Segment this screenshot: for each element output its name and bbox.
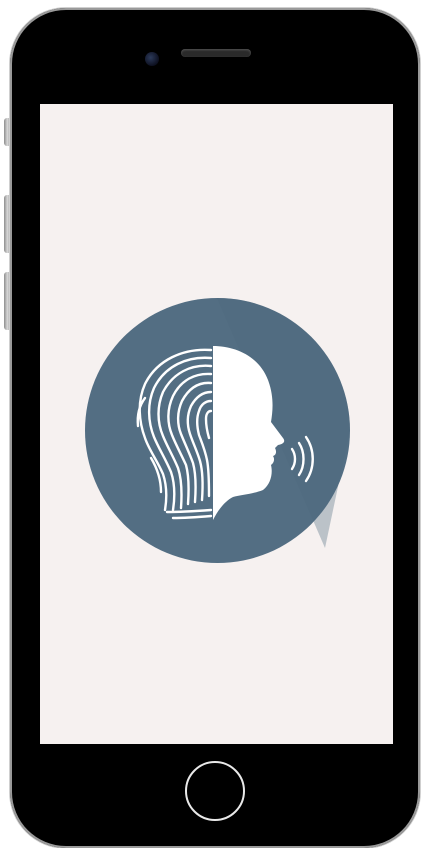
phone-device — [0, 0, 421, 848]
fingerprint-face-voice-icon — [85, 298, 350, 563]
screen — [40, 104, 393, 744]
home-button[interactable] — [185, 761, 245, 821]
earpiece-speaker — [181, 49, 251, 57]
front-camera — [145, 52, 159, 66]
